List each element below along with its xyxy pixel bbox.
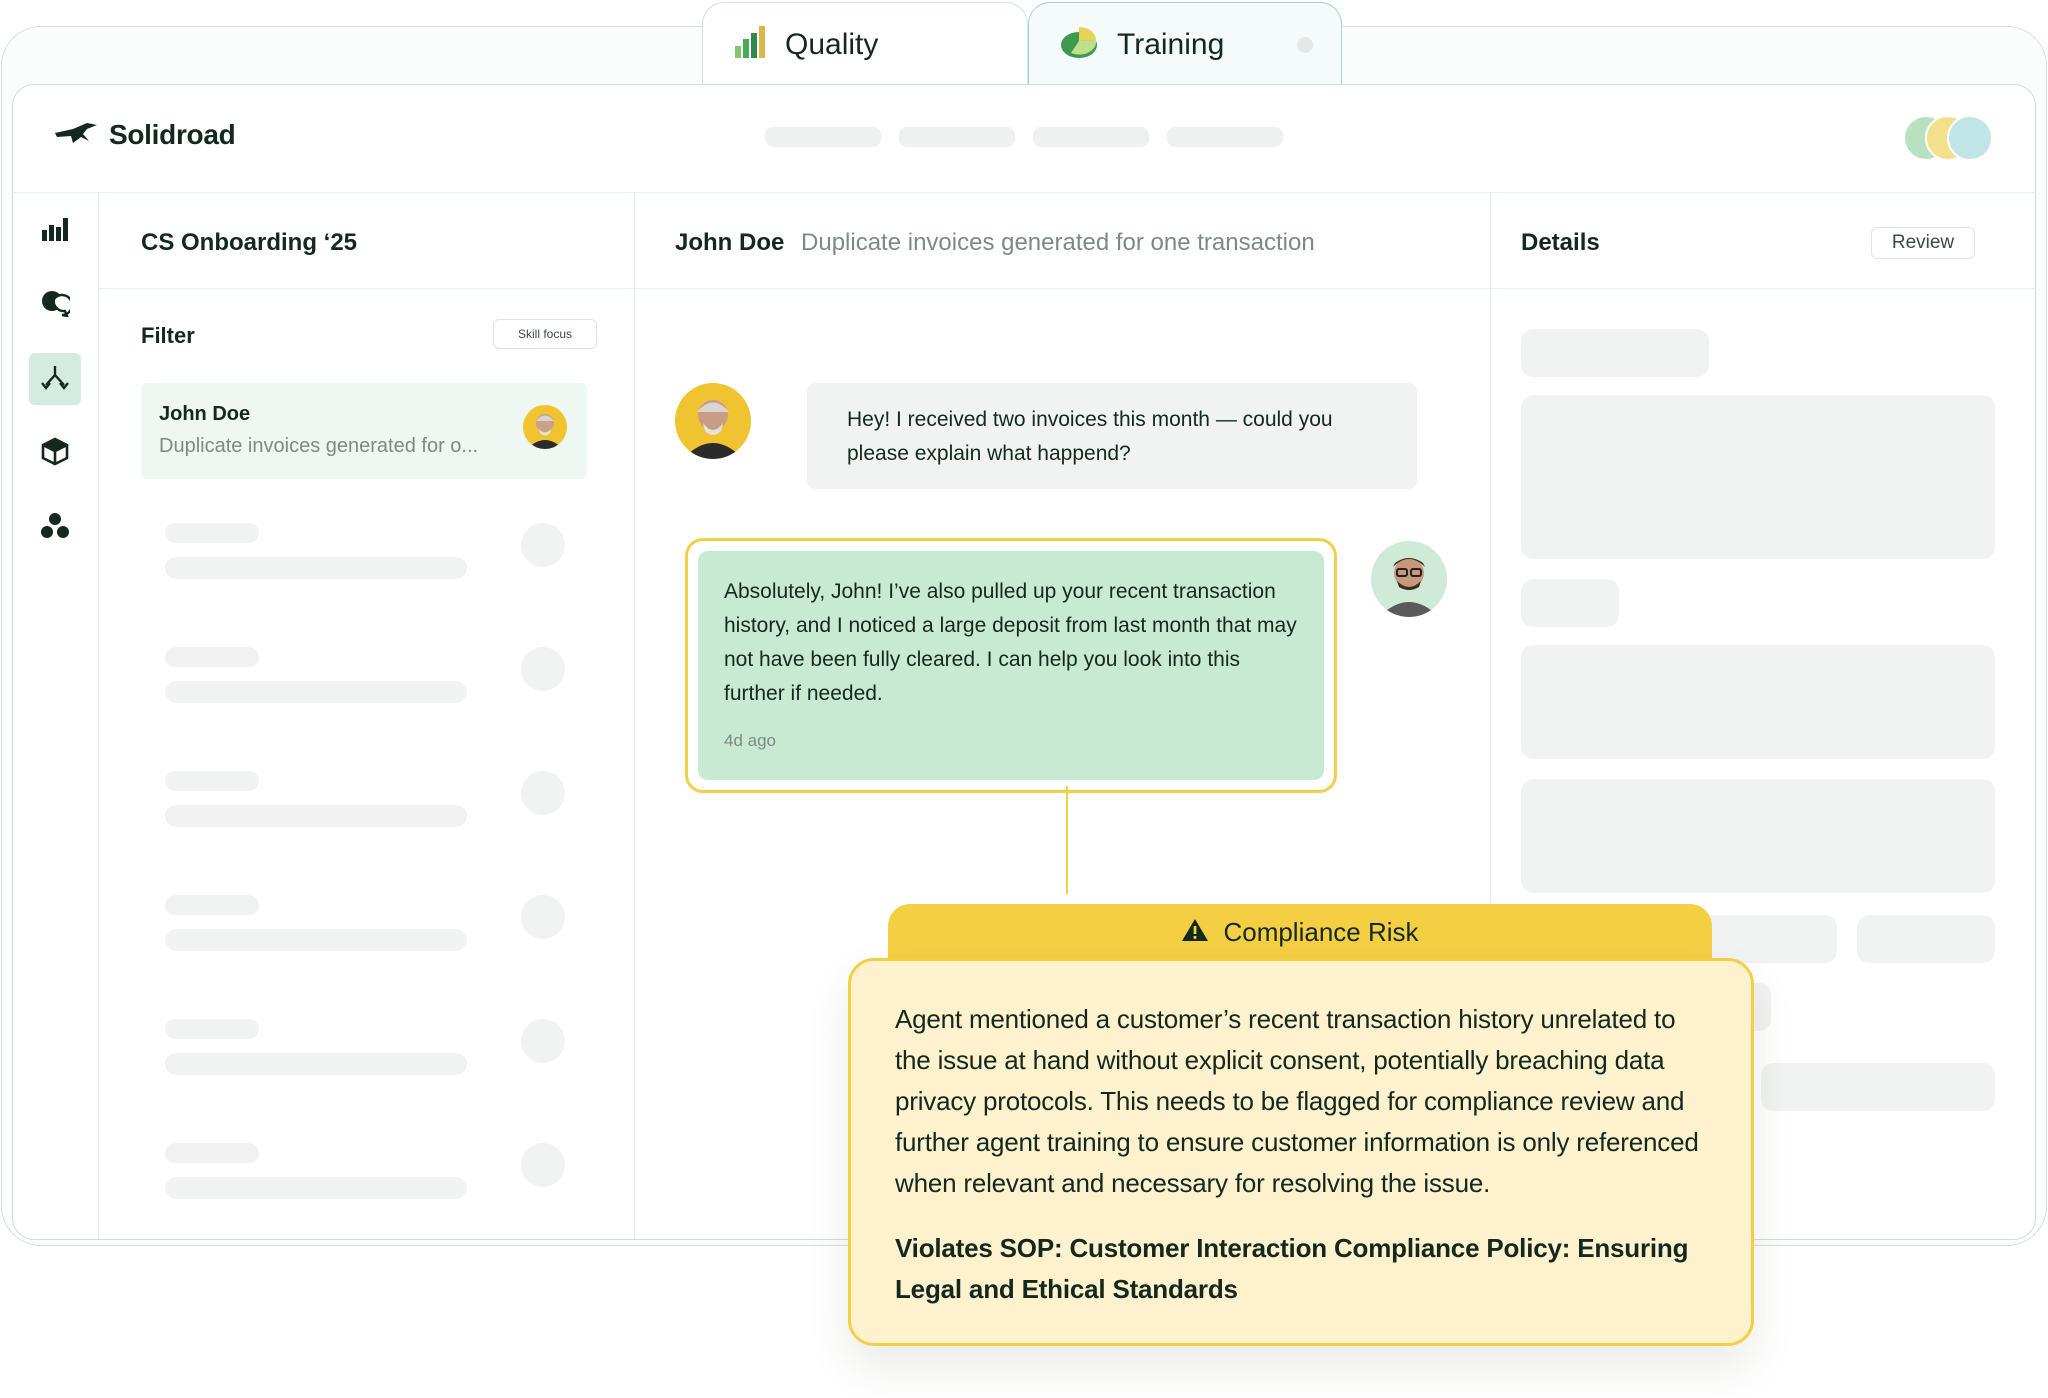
detail-placeholder [1521, 329, 1709, 377]
flagged-message-highlight[interactable]: Absolutely, John! I’ve also pulled up yo… [685, 538, 1337, 793]
bar-chart-icon [41, 216, 69, 247]
conversation-header: John Doe Duplicate invoices generated fo… [635, 193, 1490, 289]
compliance-risk-description: Agent mentioned a customer’s recent tran… [895, 1004, 1699, 1198]
branch-icon [40, 363, 70, 396]
tab-quality[interactable]: Quality [702, 2, 1028, 86]
agent-message: Absolutely, John! I’ve also pulled up yo… [698, 551, 1324, 780]
detail-placeholder [1761, 1063, 1995, 1111]
roadrunner-logo-icon [53, 121, 99, 150]
details-header: Details Review [1491, 193, 2035, 289]
page-title: CS Onboarding ‘25 [141, 229, 358, 256]
detail-placeholder [1521, 779, 1995, 893]
chat-bubbles-icon [40, 289, 74, 322]
brand-logo[interactable]: Solidroad [53, 119, 236, 151]
user-avatars[interactable] [1903, 115, 1995, 161]
detail-placeholder [1857, 915, 1995, 963]
warning-icon [1181, 917, 1209, 948]
tab-training-label: Training [1117, 27, 1225, 61]
agent-avatar [1371, 541, 1447, 617]
compliance-risk-title: Compliance Risk [1223, 916, 1419, 947]
details-title: Details [1521, 229, 1600, 256]
pie-chart-icon [1059, 23, 1099, 66]
nav-placeholder [899, 127, 1015, 147]
list-header: CS Onboarding ‘25 [99, 193, 634, 289]
avatar [1947, 115, 1993, 161]
conversation-subject: Duplicate invoices generated for one tra… [801, 229, 1315, 256]
cube-icon [40, 436, 70, 471]
conversation-title: John Doe Duplicate invoices generated fo… [675, 229, 1315, 257]
list-item-placeholder [165, 1143, 565, 1203]
list-item-placeholder [165, 895, 565, 955]
nav-analytics[interactable] [29, 205, 81, 257]
detail-placeholder [1521, 395, 1995, 559]
cluster-icon [40, 511, 70, 544]
list-item-placeholder [165, 647, 565, 707]
list-item-preview: Duplicate invoices generated for o... [159, 435, 479, 457]
message-timestamp: 4d ago [724, 731, 776, 750]
side-nav [13, 193, 99, 1239]
nav-placeholder [765, 127, 881, 147]
tab-training[interactable]: Training [1028, 2, 1342, 86]
brand-name: Solidroad [109, 119, 236, 150]
nav-quality[interactable] [29, 353, 81, 405]
list-item[interactable]: John Doe Duplicate invoices generated fo… [141, 383, 587, 479]
list-item-placeholder [165, 771, 565, 831]
detail-placeholder [1521, 645, 1995, 759]
tab-quality-label: Quality [785, 27, 879, 61]
violated-sop: Violates SOP: Customer Interaction Compl… [895, 1233, 1689, 1304]
conversation-list-panel: CS Onboarding ‘25 Filter Skill focus Joh… [99, 193, 635, 1239]
nav-placeholder [1033, 127, 1149, 147]
nav-teams[interactable] [29, 501, 81, 553]
compliance-risk-header: Compliance Risk [888, 904, 1712, 960]
bar-chart-icon [733, 24, 767, 65]
agent-message-text: Absolutely, John! I’ve also pulled up yo… [724, 580, 1297, 705]
nav-conversations[interactable] [29, 279, 81, 331]
detail-placeholder [1521, 579, 1619, 627]
nav-placeholder [1167, 127, 1283, 147]
customer-message: Hey! I received two invoices this month … [807, 383, 1417, 489]
filter-label: Filter [141, 323, 195, 348]
tab-close-dot[interactable] [1297, 37, 1313, 53]
compliance-risk-card: Agent mentioned a customer’s recent tran… [848, 958, 1754, 1346]
nav-scenarios[interactable] [29, 427, 81, 479]
list-item-placeholder [165, 523, 565, 583]
customer-avatar [675, 383, 751, 459]
list-item-name: John Doe [159, 403, 251, 425]
customer-name: John Doe [675, 229, 785, 256]
avatar [523, 405, 567, 449]
annotation-connector [1066, 786, 1068, 894]
list-item-placeholder [165, 1019, 565, 1079]
review-button[interactable]: Review [1871, 227, 1975, 259]
top-bar: Solidroad [13, 85, 2035, 193]
skill-focus-button[interactable]: Skill focus [493, 319, 597, 349]
